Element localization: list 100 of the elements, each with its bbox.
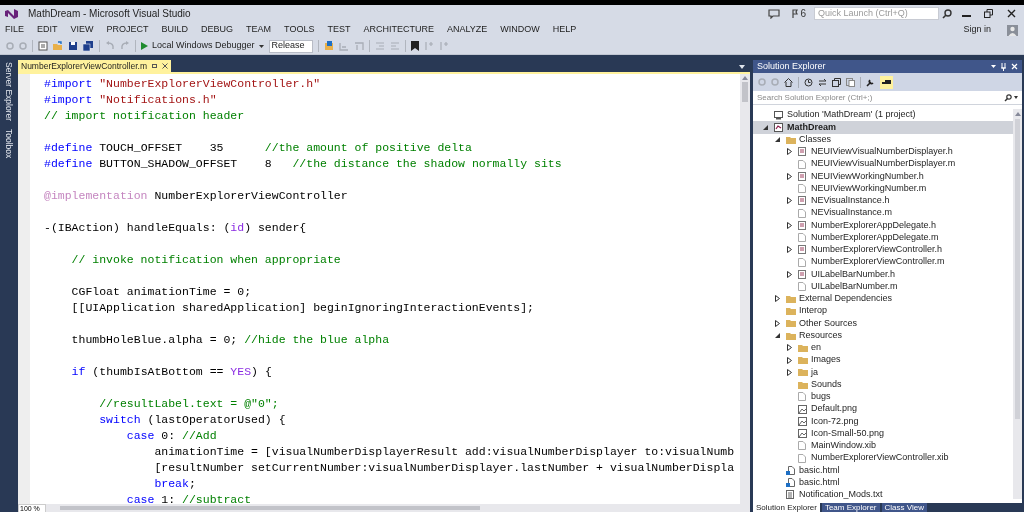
menu-item[interactable]: BUILD: [161, 23, 189, 37]
collapsed-arrow-icon[interactable]: [787, 246, 792, 254]
scroll-up-icon[interactable]: [742, 76, 748, 80]
menu-item[interactable]: PROJECT: [106, 23, 149, 37]
close-icon[interactable]: [1007, 9, 1016, 18]
tree-item[interactable]: NumberExplorerAppDelegate.h: [753, 219, 1013, 232]
menu-item[interactable]: TOOLS: [284, 23, 315, 37]
tree-item[interactable]: Solution 'MathDream' (1 project): [753, 109, 1013, 122]
tree-item[interactable]: NumberExplorerViewController.h: [753, 243, 1013, 256]
caret-icon[interactable]: [1014, 96, 1018, 99]
sync-icon[interactable]: [818, 77, 827, 87]
tree-item[interactable]: NEUIViewWorkingNumber.h: [753, 170, 1013, 183]
start-debugging-button[interactable]: Local Windows Debugger: [141, 39, 264, 53]
pin-icon[interactable]: [152, 63, 157, 69]
collapse-all-icon[interactable]: [832, 77, 841, 87]
collapsed-arrow-icon[interactable]: [787, 368, 792, 376]
tree-item[interactable]: NEVisualInstance.m: [753, 207, 1013, 220]
collapsed-arrow-icon[interactable]: [787, 148, 792, 156]
tree-item[interactable]: Icon-Small-50.png: [753, 427, 1013, 440]
menu-item[interactable]: ARCHITECTURE: [363, 23, 434, 37]
home-icon[interactable]: [784, 77, 793, 87]
open-folder-icon[interactable]: [53, 41, 63, 51]
tree-item[interactable]: Images: [753, 354, 1013, 367]
tree-item[interactable]: Other Sources: [753, 317, 1013, 330]
menu-item[interactable]: TEAM: [246, 23, 272, 37]
close-icon[interactable]: [162, 63, 168, 69]
save-icon[interactable]: [68, 41, 78, 51]
tree-item[interactable]: NumberExplorerViewController.m: [753, 256, 1013, 269]
tree-item[interactable]: ja: [753, 366, 1013, 379]
tree-item[interactable]: Resources: [753, 329, 1013, 342]
new-project-icon[interactable]: [38, 41, 48, 51]
tree-item[interactable]: External Dependencies: [753, 292, 1013, 305]
menu-item[interactable]: ANALYZE: [447, 23, 488, 37]
copy-icon[interactable]: [846, 77, 855, 87]
tree-item[interactable]: Classes: [753, 133, 1013, 146]
collapsed-arrow-icon[interactable]: [775, 319, 780, 327]
avatar-icon[interactable]: [1007, 24, 1018, 36]
tab-list-dropdown-icon[interactable]: [739, 65, 745, 69]
scroll-up-icon[interactable]: [1014, 112, 1021, 116]
menu-item[interactable]: DEBUG: [201, 23, 234, 37]
scrollbar-thumb[interactable]: [1015, 119, 1020, 419]
sign-in-link[interactable]: Sign in: [963, 23, 991, 37]
menu-item[interactable]: WINDOW: [500, 23, 540, 37]
menu-item[interactable]: FILE: [5, 23, 24, 37]
tree-item[interactable]: NumberExplorerAppDelegate.m: [753, 231, 1013, 244]
collapsed-arrow-icon[interactable]: [787, 197, 792, 205]
search-icon[interactable]: [942, 8, 952, 19]
bookmark-icon[interactable]: [410, 41, 419, 51]
tree-item[interactable]: en: [753, 341, 1013, 354]
side-tab[interactable]: Server Explorer: [4, 62, 14, 122]
collapsed-arrow-icon[interactable]: [787, 344, 792, 352]
expanded-arrow-icon[interactable]: [763, 124, 768, 130]
vertical-scrollbar[interactable]: [1013, 109, 1022, 499]
tree-item[interactable]: Icon-72.png: [753, 415, 1013, 428]
tree-item[interactable]: Sounds: [753, 378, 1013, 391]
find-icon[interactable]: [323, 41, 334, 51]
history-icon[interactable]: [804, 77, 813, 87]
wrench-icon[interactable]: [866, 77, 875, 87]
menu-item[interactable]: TEST: [327, 23, 351, 37]
tree-item[interactable]: basic.html: [753, 476, 1013, 489]
vertical-scrollbar[interactable]: [740, 74, 750, 504]
collapsed-arrow-icon[interactable]: [787, 356, 792, 364]
tree-item[interactable]: NEUIViewWorkingNumber.m: [753, 182, 1013, 195]
scrollbar-thumb[interactable]: [742, 82, 748, 102]
tree-item[interactable]: basic.html: [753, 464, 1013, 477]
panel-tab[interactable]: Class View: [881, 503, 927, 512]
side-tab[interactable]: Toolbox: [4, 129, 14, 159]
tree-item[interactable]: MathDream: [753, 121, 1013, 134]
expanded-arrow-icon[interactable]: [775, 137, 780, 143]
preview-toggle-icon[interactable]: [880, 75, 893, 89]
tree-item[interactable]: Interop: [753, 305, 1013, 318]
tree-item[interactable]: UILabelBarNumber.h: [753, 268, 1013, 281]
tree-item[interactable]: NEVisualInstance.h: [753, 194, 1013, 207]
tree-item[interactable]: NEUIViewVisualNumberDisplayer.h: [753, 145, 1013, 158]
collapsed-arrow-icon[interactable]: [787, 172, 792, 180]
tree-item[interactable]: bugs: [753, 390, 1013, 403]
tree-item[interactable]: NumberExplorerViewController.xib: [753, 452, 1013, 465]
menu-item[interactable]: EDIT: [37, 23, 58, 37]
restore-icon[interactable]: [984, 9, 993, 18]
collapsed-arrow-icon[interactable]: [775, 295, 780, 303]
search-icon[interactable]: [1004, 93, 1012, 102]
collapsed-arrow-icon[interactable]: [787, 221, 792, 229]
collapsed-arrow-icon[interactable]: [787, 270, 792, 278]
tree-item[interactable]: UILabelBarNumber.m: [753, 280, 1013, 293]
panel-tab[interactable]: Solution Explorer: [753, 503, 820, 512]
caret-icon[interactable]: [991, 65, 996, 68]
notification-icon[interactable]: [768, 8, 781, 19]
panel-tab[interactable]: Team Explorer: [821, 503, 880, 512]
menu-item[interactable]: HELP: [552, 23, 577, 37]
tree-item[interactable]: MainWindow.xib: [753, 439, 1013, 452]
editor-tab[interactable]: NumberExplorerViewController.m: [18, 60, 171, 72]
tree-item[interactable]: Default.png: [753, 403, 1013, 416]
save-all-icon[interactable]: [83, 41, 94, 51]
expanded-arrow-icon[interactable]: [775, 333, 780, 339]
configuration-dropdown[interactable]: Release: [268, 39, 313, 53]
quick-launch-field[interactable]: Quick Launch (Ctrl+Q): [814, 7, 939, 20]
notification-count[interactable]: 6: [800, 6, 806, 21]
tree-item[interactable]: NEUIViewVisualNumberDisplayer.m: [753, 158, 1013, 171]
menu-item[interactable]: VIEW: [70, 23, 94, 37]
tree-item[interactable]: Notification_Mods.txt: [753, 488, 1013, 501]
